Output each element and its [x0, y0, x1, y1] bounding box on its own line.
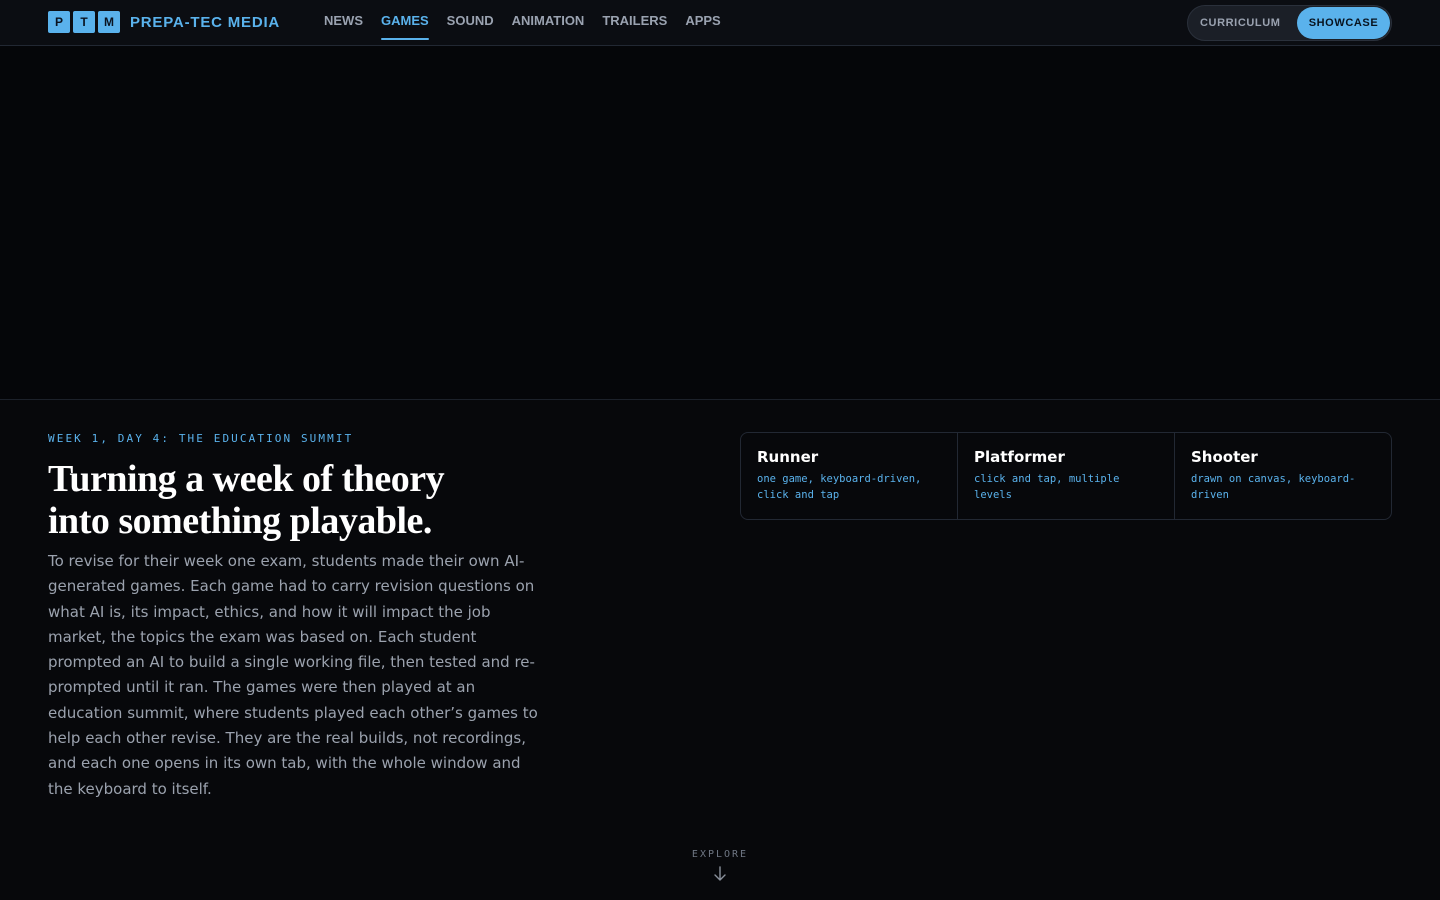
- game-card-desc: drawn on canvas, keyboard-driven: [1191, 473, 1356, 501]
- logo-tile-p: P: [48, 11, 70, 33]
- brand-logo[interactable]: P T M PREPA-TEC MEDIA: [48, 10, 280, 34]
- logo-tile-m: M: [98, 11, 120, 33]
- game-cards: Runner one game, keyboard-driven, click …: [740, 432, 1392, 520]
- explore-button[interactable]: EXPLORE: [670, 849, 770, 882]
- section-eyebrow: WEEK 1, DAY 4: THE EDUCATION SUMMIT: [48, 432, 354, 445]
- game-card-shooter[interactable]: Shooter drawn on canvas, keyboard-driven: [1175, 433, 1391, 519]
- game-card-title: Platformer: [974, 448, 1065, 466]
- headline-line-1: Turning a week of theory: [48, 458, 445, 500]
- game-card-desc: one game, keyboard-driven, click and tap: [757, 473, 922, 501]
- nav-item-news[interactable]: NEWS: [324, 0, 363, 46]
- game-card-title: Shooter: [1191, 448, 1258, 466]
- nav-item-games[interactable]: GAMES: [381, 0, 429, 46]
- intro-paragraph: To revise for their week one exam, stude…: [48, 552, 538, 798]
- top-nav: P T M PREPA-TEC MEDIA NEWS GAMES SOUND A…: [0, 0, 1440, 46]
- nav-item-trailers[interactable]: TRAILERS: [602, 0, 667, 46]
- game-card-title: Runner: [757, 448, 819, 466]
- brand-name: PREPA-TEC MEDIA: [130, 13, 281, 31]
- nav-item-animation[interactable]: ANIMATION: [512, 0, 585, 46]
- arrow-down-icon: [714, 866, 726, 881]
- hero-canvas: [0, 46, 1440, 399]
- main-menu: NEWS GAMES SOUND ANIMATION TRAILERS APPS: [324, 0, 739, 46]
- logo-tile-t: T: [73, 11, 95, 33]
- toggle-curriculum[interactable]: CURRICULUM: [1200, 6, 1281, 40]
- nav-item-apps[interactable]: APPS: [685, 0, 720, 46]
- section-divider: [0, 399, 1440, 400]
- view-toggle: CURRICULUM SHOWCASE: [1187, 5, 1392, 41]
- game-card-platformer[interactable]: Platformer click and tap, multiple level…: [958, 433, 1175, 519]
- nav-item-sound[interactable]: SOUND: [447, 0, 494, 46]
- toggle-showcase[interactable]: SHOWCASE: [1297, 7, 1390, 39]
- page-title: Turning a week of theory into something …: [48, 458, 568, 542]
- game-card-desc: click and tap, multiple levels: [974, 473, 1120, 501]
- headline-line-2: into something playable.: [48, 500, 432, 542]
- game-card-runner[interactable]: Runner one game, keyboard-driven, click …: [741, 433, 958, 519]
- explore-label: EXPLORE: [691, 849, 749, 860]
